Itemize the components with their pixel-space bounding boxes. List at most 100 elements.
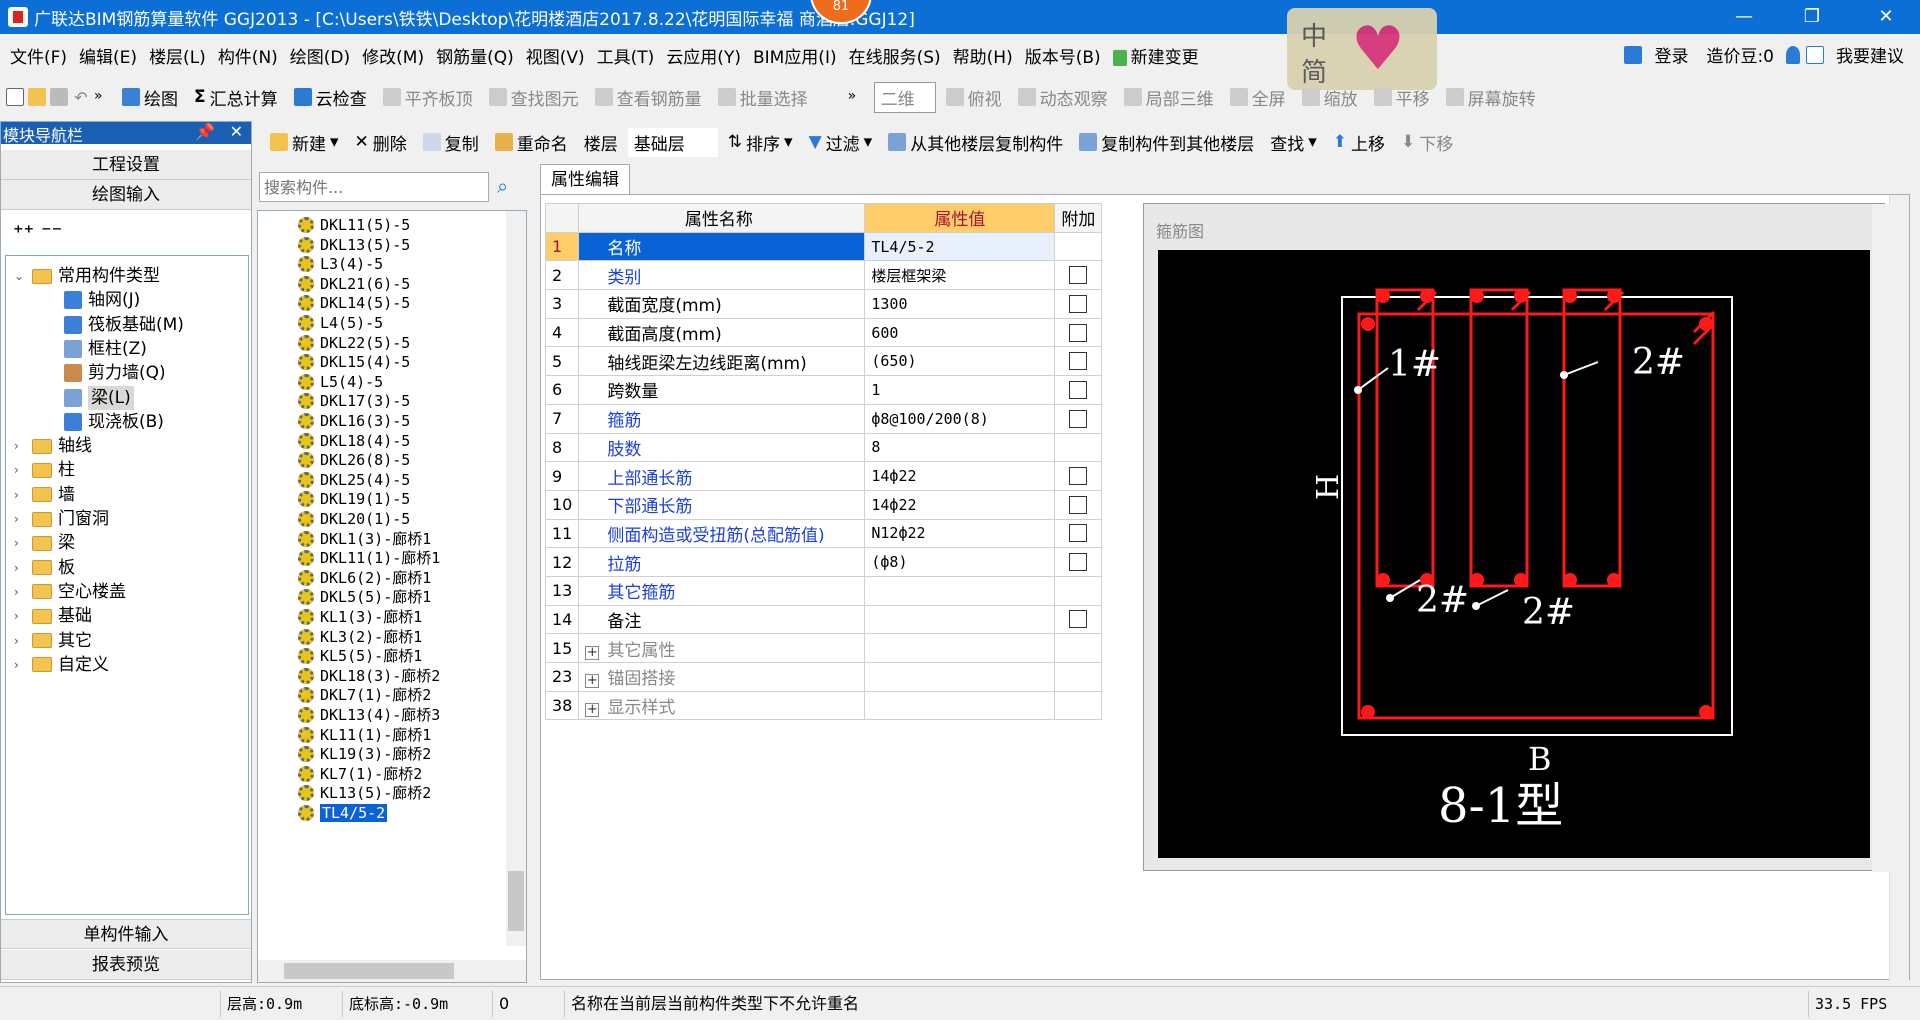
tree-item[interactable]: › 柱 (14, 458, 75, 482)
menu-help[interactable]: 帮助(H) (947, 43, 1019, 68)
chevron-right-icon[interactable]: › (14, 580, 26, 604)
property-row[interactable]: 8 肢数 8 (544, 432, 1103, 463)
property-row[interactable]: 12 拉筋 (ф8) (544, 547, 1103, 577)
view-mode-select[interactable]: 二维 (873, 81, 936, 113)
attach-checkbox[interactable] (1069, 553, 1088, 572)
close-icon[interactable]: ✕ (230, 122, 243, 141)
property-row[interactable]: 3 截面宽度(mm) 1300 (544, 289, 1103, 319)
chevron-right-icon[interactable]: › (14, 604, 26, 628)
menu-tools[interactable]: 工具(T) (591, 43, 661, 68)
property-value-cell[interactable] (864, 604, 1056, 635)
component-list-item[interactable]: TL4/5-2 (298, 801, 388, 825)
tree-item[interactable]: ⌄ 常用构件类型 (14, 264, 160, 288)
drawing-input-button[interactable]: 绘图输入 (1, 180, 251, 210)
summary-calc-button[interactable]: Σ 汇总计算 (188, 82, 284, 113)
tree-item[interactable]: › 空心楼盖 (14, 580, 126, 604)
tree-item[interactable]: 现浇板(B) (46, 410, 164, 434)
chevron-down-icon[interactable]: ⌄ (14, 264, 26, 288)
tree-item[interactable]: 剪力墙(Q) (46, 361, 166, 385)
attach-checkbox[interactable] (1069, 610, 1088, 629)
property-value-cell[interactable] (864, 575, 1056, 606)
chevron-right-icon[interactable]: › (14, 653, 26, 677)
property-value-cell[interactable]: 1300 (864, 289, 1056, 319)
copy-to-floor-button[interactable]: 复制构件到其他楼层 (1073, 127, 1260, 158)
chevron-right-icon[interactable]: › (14, 507, 26, 531)
property-row[interactable]: 5 轴线距梁左边线距离(mm) (650) (544, 346, 1103, 377)
zoom-button[interactable]: 缩放 (1296, 82, 1364, 113)
tree-item[interactable]: › 板 (14, 556, 75, 580)
property-value-cell[interactable]: TL4/5-2 (864, 231, 1056, 262)
floor-select[interactable]: 基础层 (627, 127, 718, 157)
overflow-icon[interactable]: » (94, 88, 112, 106)
menu-draw[interactable]: 绘图(D) (284, 43, 356, 68)
tree-item[interactable]: › 轴线 (14, 434, 92, 458)
attach-checkbox[interactable] (1069, 323, 1088, 342)
attach-checkbox[interactable] (1069, 495, 1088, 514)
view-rebar-button[interactable]: 查看钢筋量 (589, 82, 708, 113)
property-value-cell[interactable] (864, 662, 1056, 692)
menu-rebar[interactable]: 钢筋量(Q) (430, 43, 520, 68)
expand-plus-icon[interactable]: + (585, 703, 600, 718)
filter-button[interactable]: ▼ 过滤 ▾ (803, 127, 879, 158)
menu-file[interactable]: 文件(F) (4, 43, 73, 68)
property-row[interactable]: 1 名称 TL4/5-2 (544, 231, 1103, 262)
copy-button[interactable]: 复制 (417, 127, 485, 158)
property-row[interactable]: 6 跨数量 1 (544, 375, 1103, 405)
property-value-cell[interactable] (864, 633, 1056, 663)
top-view-button[interactable]: 俯视 (940, 82, 1008, 113)
attach-checkbox[interactable] (1069, 380, 1088, 399)
suggest-link[interactable]: 我要建议 (1830, 42, 1910, 67)
property-value-cell[interactable]: 14ф22 (864, 489, 1056, 520)
menu-floor[interactable]: 楼层(L) (143, 43, 212, 68)
local-3d-button[interactable]: 局部三维 (1118, 82, 1220, 113)
property-value-cell[interactable]: 1 (864, 375, 1056, 405)
chevron-right-icon[interactable]: › (14, 458, 26, 482)
new-file-icon[interactable] (6, 88, 24, 106)
open-folder-icon[interactable] (28, 88, 46, 106)
pin-icon[interactable]: 📌 (195, 122, 215, 141)
attach-checkbox[interactable] (1069, 266, 1088, 285)
property-row[interactable]: 15 + 其它属性 (544, 633, 1103, 663)
chevron-right-icon[interactable]: › (14, 434, 26, 458)
expand-collapse-icons[interactable]: ⁺⁺ ⁻⁻ (13, 220, 62, 244)
attach-checkbox[interactable] (1069, 352, 1088, 371)
menu-view[interactable]: 视图(V) (520, 43, 591, 68)
expand-plus-icon[interactable]: + (585, 645, 600, 660)
property-scrollbar[interactable] (1889, 195, 1909, 981)
tree-item[interactable]: 轴网(J) (46, 288, 140, 312)
move-up-button[interactable]: ⬆ 上移 (1327, 127, 1391, 158)
tree-item[interactable]: › 门窗洞 (14, 507, 109, 531)
menu-new-change[interactable]: 新建变更 (1107, 43, 1205, 68)
save-icon[interactable] (50, 88, 68, 106)
cloud-check-button[interactable]: 云检查 (288, 82, 373, 113)
property-row[interactable]: 23 + 锚固搭接 (544, 662, 1103, 692)
find-button[interactable]: 查找 ▾ (1264, 127, 1323, 158)
menu-modify[interactable]: 修改(M) (356, 43, 430, 68)
restore-button[interactable]: ❐ (1784, 0, 1840, 34)
tree-item[interactable]: 筏板基础(M) (46, 313, 184, 337)
property-value-cell[interactable] (864, 690, 1056, 721)
tree-item[interactable]: › 梁 (14, 531, 75, 555)
attach-checkbox[interactable] (1069, 409, 1088, 428)
list-scroll-thumb[interactable] (508, 871, 524, 931)
menu-bim[interactable]: BIM应用(I) (747, 43, 843, 68)
rename-button[interactable]: 重命名 (489, 127, 574, 158)
property-value-cell[interactable]: (ф8) (864, 547, 1056, 577)
menu-online[interactable]: 在线服务(S) (843, 43, 947, 68)
tree-item[interactable]: › 自定义 (14, 653, 109, 677)
list-scrollbar[interactable] (506, 211, 526, 946)
property-row[interactable]: 9 上部通长筋 14ф22 (544, 461, 1103, 491)
property-value-cell[interactable]: ф8@100/200(8) (864, 403, 1056, 434)
property-row[interactable]: 2 类别 楼层框架梁 (544, 260, 1103, 291)
tree-item[interactable]: 梁(L) (46, 385, 134, 410)
project-settings-button[interactable]: 工程设置 (1, 150, 251, 180)
search-icon[interactable]: ⌕ (497, 174, 508, 198)
batch-select-button[interactable]: 批量选择 (712, 82, 814, 113)
chevron-right-icon[interactable]: › (14, 531, 26, 555)
property-row[interactable]: 13 其它箍筋 (544, 575, 1103, 606)
chevron-right-icon[interactable]: › (14, 483, 26, 507)
property-value-cell[interactable]: 14ф22 (864, 461, 1056, 491)
single-input-button[interactable]: 单构件输入 (1, 919, 251, 949)
copy-from-floor-button[interactable]: 从其他楼层复制构件 (882, 127, 1069, 158)
list-hscroll-thumb[interactable] (284, 963, 454, 979)
